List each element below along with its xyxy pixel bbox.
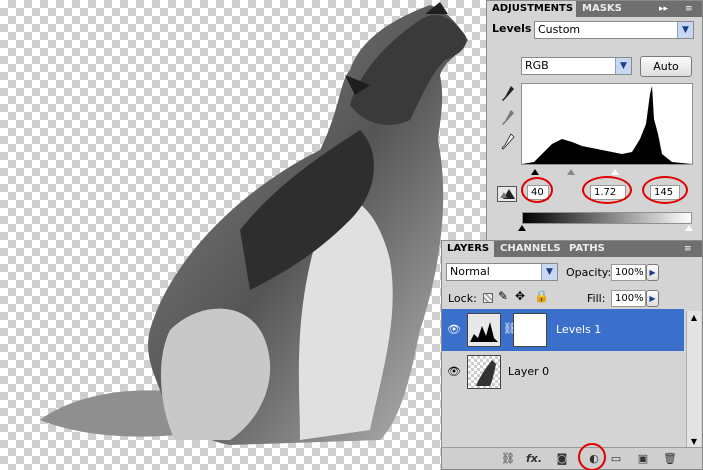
delete-layer-icon[interactable]: 🗑 [662,452,678,465]
histogram [521,83,693,165]
preset-dropdown[interactable]: Custom ▼ [534,21,694,39]
input-gray-slider[interactable] [567,169,575,175]
lock-position-icon[interactable]: ✥ [515,289,525,303]
tab-masks[interactable]: MASKS [577,1,627,17]
adjustment-layer-thumbnail [467,313,501,347]
link-layers-icon[interactable]: ⛓ [500,452,516,465]
panel-menu-icon[interactable]: ≡ [685,3,693,15]
layer-name[interactable]: Levels 1 [556,323,601,336]
lock-all-icon[interactable]: 🔒 [534,289,549,303]
annotation-circle-gamma [582,176,632,204]
layer-name[interactable]: Layer 0 [508,365,549,378]
annotation-circle-black [521,177,553,203]
output-white-slider[interactable] [685,225,693,231]
tab-paths[interactable]: PATHS [564,241,610,257]
tab-channels[interactable]: CHANNELS [495,241,566,257]
blend-mode-value: Normal [450,265,490,278]
gray-point-eyedropper-icon[interactable] [501,109,515,127]
auto-button[interactable]: Auto [640,56,692,77]
lock-transparent-icon[interactable] [483,293,493,303]
blend-mode-dropdown[interactable]: Normal ▼ [446,263,558,281]
layers-bottom-toolbar: ⛓ fx. ◙ ◐ ▭ ▣ 🗑 [442,447,702,469]
white-point-eyedropper-icon[interactable] [501,133,515,151]
black-point-eyedropper-icon[interactable] [501,85,515,103]
fill-arrow-icon[interactable]: ▶ [646,290,659,307]
input-white-slider[interactable] [611,169,619,175]
lock-pixels-icon[interactable]: ✎ [498,289,508,303]
preset-value: Custom [538,23,581,36]
channel-value: RGB [525,59,549,72]
layers-scrollbar[interactable]: ▲ ▼ [686,311,701,449]
opacity-arrow-icon[interactable]: ▶ [646,264,659,281]
chevron-down-icon: ▼ [615,58,631,74]
layer-row-layer0[interactable]: 👁 Layer 0 [442,351,684,393]
chevron-down-icon: ▼ [541,264,557,280]
histogram-graph [522,86,692,164]
adjustments-panel: ADJUSTMENTS MASKS ▸▸ ≡ Levels Custom ▼ R… [486,0,703,242]
visibility-eye-icon[interactable]: 👁 [447,365,461,378]
annotation-circle-adjustment [578,443,606,470]
output-black-slider[interactable] [518,225,526,231]
clipping-warning-icon[interactable] [497,186,517,202]
layers-tabbar: LAYERS CHANNELS PATHS ≡ [442,241,702,257]
panel-menu-icon[interactable]: ≡ [684,243,692,255]
layer-thumbnail [467,355,501,389]
scroll-up-icon[interactable]: ▲ [687,311,701,325]
adjustment-title: Levels [492,22,532,35]
chevron-down-icon: ▼ [677,22,693,38]
tab-adjustments[interactable]: ADJUSTMENTS [487,1,576,17]
channel-dropdown[interactable]: RGB ▼ [521,57,632,75]
adjustments-tabbar: ADJUSTMENTS MASKS ▸▸ ≡ [487,1,702,17]
annotation-circle-white [642,176,688,204]
output-levels-gradient [522,212,692,224]
new-group-icon[interactable]: ▭ [608,452,624,465]
add-mask-icon[interactable]: ◙ [554,452,570,465]
layers-panel: LAYERS CHANNELS PATHS ≡ Normal ▼ Opacity… [441,240,703,470]
new-layer-icon[interactable]: ▣ [635,452,651,465]
fx-icon[interactable]: fx. [526,452,542,465]
opacity-field[interactable]: 100% [611,264,646,281]
opacity-label: Opacity: [566,266,612,279]
layer-row-levels[interactable]: 👁 ⛓ Levels 1 [442,309,684,351]
lock-label: Lock: [448,292,477,305]
fill-field[interactable]: 100% [611,290,646,307]
layer-mask-thumbnail[interactable] [513,313,547,347]
fill-label: Fill: [587,292,606,305]
tab-layers[interactable]: LAYERS [442,241,494,257]
visibility-eye-icon[interactable]: 👁 [447,323,461,336]
collapse-panel-icon[interactable]: ▸▸ [659,3,668,15]
input-black-slider[interactable] [531,169,539,175]
